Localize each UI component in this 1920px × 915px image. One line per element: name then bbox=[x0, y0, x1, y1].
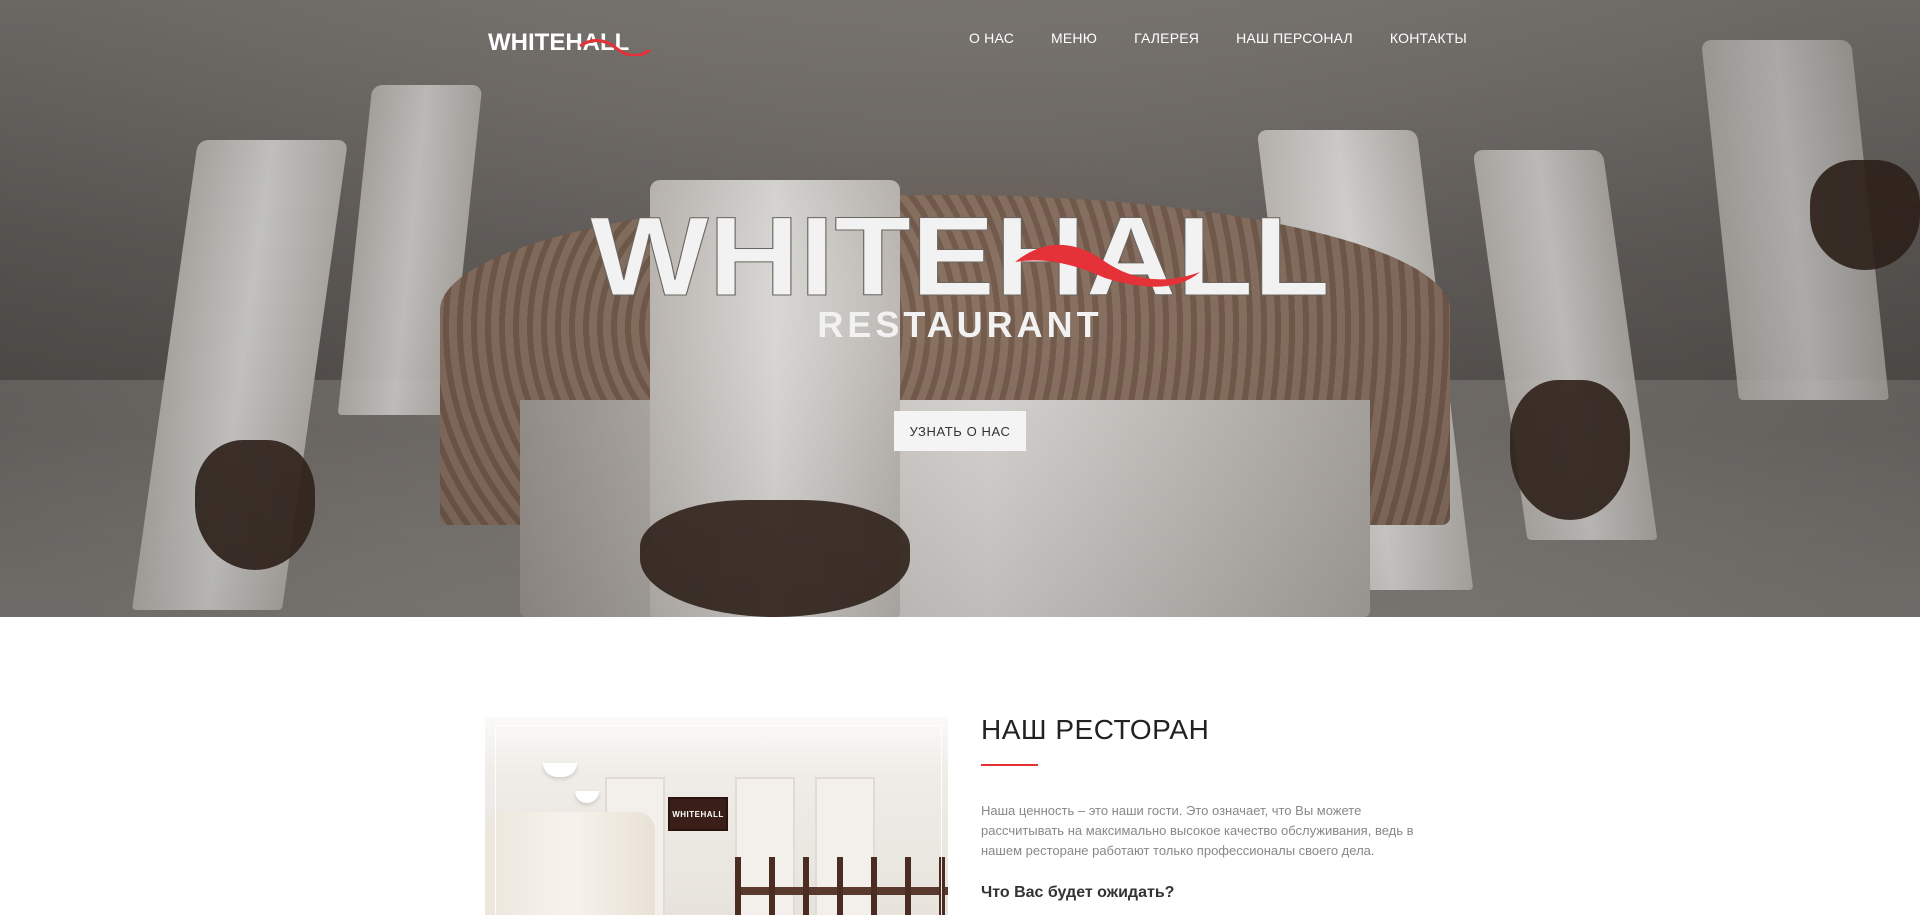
hero-banner: WHITEHALL О НАС МЕНЮ ГАЛЕРЕЯ НАШ ПЕРСОНА… bbox=[0, 0, 1920, 617]
hero-logo: WHITEHALL RESTAURANT bbox=[585, 194, 1335, 350]
main-navigation: О НАС МЕНЮ ГАЛЕРЕЯ НАШ ПЕРСОНАЛ КОНТАКТЫ bbox=[969, 28, 1467, 48]
nav-item-gallery[interactable]: ГАЛЕРЕЯ bbox=[1134, 28, 1199, 48]
section-title: НАШ РЕСТОРАН bbox=[981, 714, 1210, 745]
nav-item-contacts[interactable]: КОНТАКТЫ bbox=[1390, 28, 1467, 48]
nav-item-about[interactable]: О НАС bbox=[969, 28, 1014, 48]
photo-frame bbox=[495, 725, 942, 915]
nav-item-staff[interactable]: НАШ ПЕРСОНАЛ bbox=[1236, 28, 1353, 48]
section-subtitle: Что Вас будет ожидать? bbox=[981, 884, 1175, 901]
hero-logo-title: WHITEHALL bbox=[590, 200, 1330, 319]
hero-logo-tagline: RESTAURANT bbox=[817, 304, 1102, 345]
nav-item-menu[interactable]: МЕНЮ bbox=[1051, 28, 1097, 48]
learn-about-us-button[interactable]: УЗНАТЬ О НАС bbox=[894, 411, 1026, 451]
section-description: Наша ценность – это наши гости. Это озна… bbox=[981, 803, 1414, 858]
header-logo[interactable]: WHITEHALL bbox=[488, 26, 653, 56]
section-title-divider bbox=[981, 764, 1038, 766]
restaurant-interior-photo: WHITEHALL bbox=[485, 717, 948, 915]
